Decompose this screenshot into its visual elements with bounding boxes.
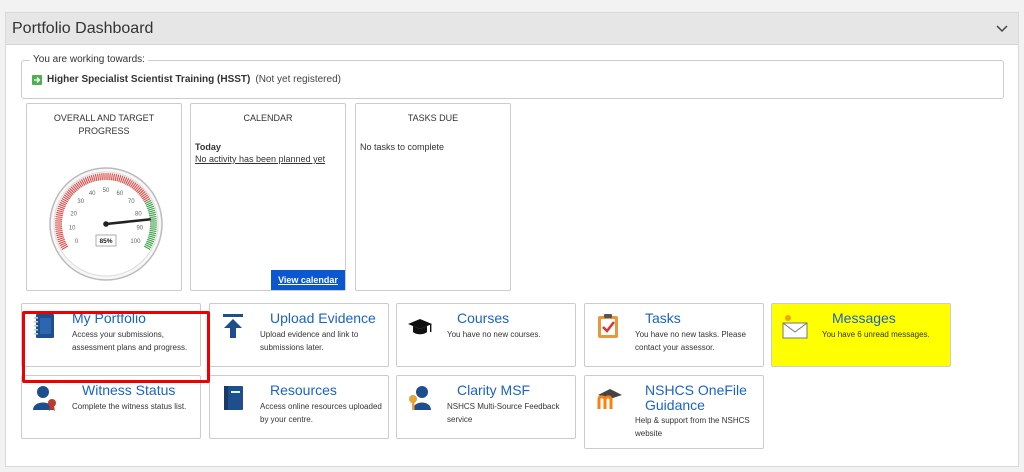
tile-tasks[interactable]: Tasks You have no new tasks. Please conta… (584, 303, 764, 367)
gauge-tick (109, 173, 111, 181)
calendar-no-activity[interactable]: No activity has been planned yet (195, 154, 325, 164)
gauge-tick-label: 70 (128, 199, 135, 205)
progress-title: OVERALL AND TARGET PROGRESS (53, 113, 155, 136)
graduation-cap-icon (407, 318, 433, 344)
gauge-tick (149, 228, 157, 230)
panel-title: Portfolio Dashboard (12, 19, 154, 37)
tile-title: Resources (270, 382, 337, 398)
tile-clarity-msf[interactable]: Clarity MSF NSHCS Multi-Source Feedback s… (396, 375, 576, 439)
tile-title: Witness Status (82, 382, 176, 398)
user-award-icon (32, 385, 58, 411)
gauge-tick-label: 10 (69, 226, 76, 232)
gauge-tick-label: 20 (70, 211, 77, 217)
tile-title: Clarity MSF (457, 382, 531, 398)
tile-description: Access your submissions, assessment plans… (72, 330, 188, 352)
book-icon (220, 385, 246, 411)
progress-widget: OVERALL AND TARGET PROGRESS 0 10 20 30 40 50 6… (26, 103, 182, 291)
tile-description: Complete the witness status list. (72, 402, 187, 411)
panel-header[interactable]: Portfolio Dashboard (6, 13, 1018, 45)
tasks-due-widget: TASKS DUE No tasks to complete (355, 103, 511, 291)
tile-description: You have no new tasks. Please contact you… (635, 330, 746, 352)
tile-nshcs-onefile-guidance[interactable]: NSHCS OneFile Guidance Help & support fro… (584, 375, 764, 449)
tile-description: NSHCS Multi-Source Feedback service (447, 402, 560, 424)
tile-title: Tasks (645, 310, 681, 326)
tile-description: Access online resources uploaded by your … (260, 402, 382, 424)
programme-status: (Not yet registered) (255, 74, 341, 85)
tile-my-portfolio[interactable]: My Portfolio Access your submissions, ass… (21, 303, 201, 367)
gauge-tick-label: 60 (116, 191, 123, 197)
gauge-tick-label: 100 (130, 239, 141, 245)
gauge-value-label: 85% (99, 238, 112, 245)
chevron-down-icon[interactable] (994, 21, 1010, 37)
gauge-tick-label: 30 (77, 199, 84, 205)
upload-icon (220, 313, 246, 339)
tasks-due-title: TASKS DUE (407, 113, 459, 123)
tile-title: Messages (832, 310, 896, 326)
gauge-tick-label: 40 (89, 191, 96, 197)
gauge-hub (103, 221, 109, 227)
working-legend: You are working towards: (30, 54, 148, 65)
view-calendar-button[interactable]: View calendar (271, 270, 345, 290)
tile-courses[interactable]: Courses You have no new courses. (396, 303, 576, 367)
tasks-due-empty: No tasks to complete (360, 142, 445, 152)
calendar-widget: CALENDAR Today No activity has been plan… (190, 103, 346, 291)
user-key-icon (407, 385, 433, 411)
tile-description: You have no new courses. (447, 330, 541, 339)
moodle-logo-icon (595, 385, 622, 411)
tile-title: Courses (457, 310, 510, 326)
progress-gauge: 0 10 20 30 40 50 60 70 80 90 100 85% (44, 162, 168, 291)
tile-title: NSHCS OneFile Guidance (645, 382, 747, 413)
tile-description: Upload evidence and link to submissions l… (260, 330, 359, 352)
programme-name: Higher Specialist Scientist Training (HS… (47, 74, 251, 85)
tile-resources[interactable]: Resources Access online resources upload… (209, 375, 389, 439)
portfolio-dashboard-panel: Portfolio Dashboard You are working towa… (5, 12, 1019, 467)
tile-description: You have 6 unread messages. (822, 330, 930, 339)
calendar-today: Today (195, 142, 221, 152)
gauge-tick-label: 80 (135, 211, 142, 217)
tile-upload-evidence[interactable]: Upload Evidence Upload evidence and link… (209, 303, 389, 367)
arrow-right-icon (32, 74, 42, 85)
tile-messages[interactable]: Messages You have 6 unread messages. (771, 303, 951, 367)
tile-witness-status[interactable]: Witness Status Complete the witness stat… (21, 375, 201, 439)
gauge-tick-label: 90 (136, 226, 143, 232)
envelope-icon (782, 313, 808, 339)
tile-title: My Portfolio (72, 310, 146, 326)
gauge-tick (101, 173, 103, 181)
gauge-tick (55, 228, 63, 230)
programme-row: Higher Specialist Scientist Training (HS… (32, 74, 341, 85)
calendar-title: CALENDAR (243, 113, 293, 123)
tile-description: Help & support from the NSHCS website (635, 416, 750, 438)
tile-title: Upload Evidence (270, 310, 376, 326)
clipboard-check-icon (595, 313, 621, 339)
gauge-tick (55, 218, 63, 220)
gauge-tick-label: 50 (103, 188, 110, 194)
working-towards-box: You are working towards: Higher Speciali… (21, 54, 1004, 99)
notebook-icon (32, 313, 58, 339)
